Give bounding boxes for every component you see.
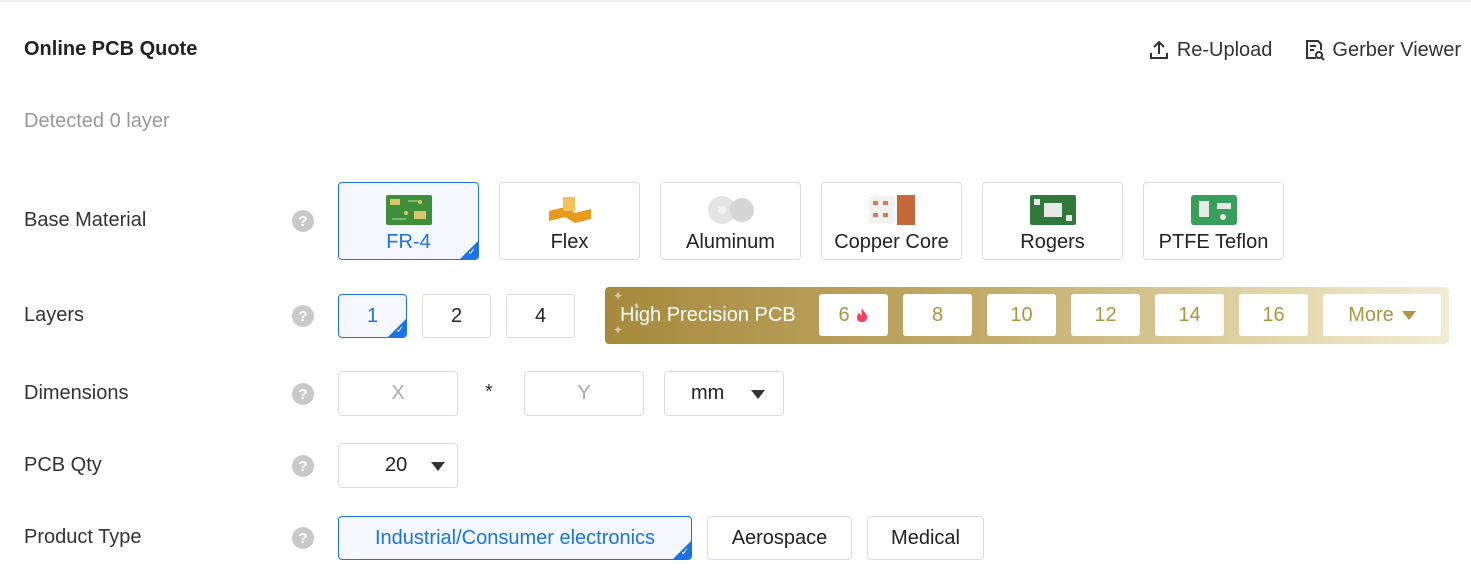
reupload-label: Re-Upload xyxy=(1176,38,1273,61)
document-search-icon xyxy=(1306,40,1326,61)
layer-option-12[interactable]: 12 xyxy=(1071,294,1140,336)
dimension-y-input[interactable] xyxy=(525,382,643,405)
header-actions: Re-Upload Gerber Viewer xyxy=(1147,38,1461,62)
dimensions-label: Dimensions xyxy=(24,382,129,404)
product-type-value: Aerospace xyxy=(731,526,828,549)
layer-option-4[interactable]: 4 xyxy=(506,294,575,338)
check-icon: ✓ xyxy=(680,547,689,558)
product-type-value: Industrial/Consumer electronics xyxy=(374,526,656,549)
flame-icon xyxy=(856,308,867,322)
layer-option-8[interactable]: 8 xyxy=(903,294,972,336)
dimension-x-field xyxy=(338,371,458,416)
material-option-flex[interactable]: Flex xyxy=(499,182,640,260)
layer-option-2[interactable]: 2 xyxy=(422,294,491,338)
material-option-rogers[interactable]: Rogers xyxy=(982,182,1123,260)
pcb-qty-label: PCB Qty xyxy=(24,454,102,476)
reupload-button[interactable]: Re-Upload xyxy=(1147,38,1273,62)
layer-option-10[interactable]: 10 xyxy=(987,294,1056,336)
dimension-x-input[interactable] xyxy=(339,382,457,405)
layer-value: 16 xyxy=(1262,303,1285,326)
sparkle-icon: ✦ xyxy=(613,289,624,303)
material-label: Flex xyxy=(550,231,589,253)
caret-down-icon xyxy=(751,390,765,399)
layers-label: Layers xyxy=(24,304,85,326)
layer-value: 10 xyxy=(1010,303,1033,326)
layer-value: 6 xyxy=(838,303,850,326)
more-label: More xyxy=(1348,303,1394,326)
material-option-fr4[interactable]: FR-4 ✓ xyxy=(338,182,479,260)
question-circle-icon[interactable]: ? xyxy=(292,527,314,549)
material-option-ptfe-teflon[interactable]: PTFE Teflon xyxy=(1143,182,1284,260)
layer-option-1[interactable]: 1 ✓ xyxy=(338,294,407,338)
material-label: Rogers xyxy=(1020,231,1085,253)
base-material-label: Base Material xyxy=(24,209,147,231)
layer-option-16[interactable]: 16 xyxy=(1239,294,1308,336)
fr4-board-icon xyxy=(385,195,432,225)
material-label: Copper Core xyxy=(834,231,949,253)
more-layers-dropdown[interactable]: More xyxy=(1323,294,1441,336)
gerber-viewer-label: Gerber Viewer xyxy=(1332,38,1461,61)
pcb-qty-select[interactable]: 20 xyxy=(338,443,458,488)
gerber-viewer-button[interactable]: Gerber Viewer xyxy=(1302,38,1461,62)
pcb-qty-value: 20 xyxy=(385,454,408,476)
aluminum-board-icon xyxy=(707,196,754,224)
ptfe-board-icon xyxy=(1190,195,1237,225)
unit-select[interactable]: mm xyxy=(664,371,784,416)
detected-layers-text: Detected 0 layer xyxy=(24,110,170,132)
dimension-separator: * xyxy=(485,381,493,403)
material-label: Aluminum xyxy=(686,231,775,253)
dimension-y-field xyxy=(524,371,644,416)
question-circle-icon[interactable]: ? xyxy=(292,383,314,405)
upload-icon xyxy=(1149,40,1168,59)
flex-board-icon xyxy=(548,197,591,223)
layer-value: 4 xyxy=(534,304,547,327)
material-option-aluminum[interactable]: Aluminum xyxy=(660,182,801,260)
check-icon: ✓ xyxy=(395,325,404,336)
page-title: Online PCB Quote xyxy=(24,38,198,60)
layer-option-14[interactable]: 14 xyxy=(1155,294,1224,336)
high-precision-label: High Precision PCB xyxy=(620,304,796,326)
layer-value: 12 xyxy=(1094,303,1117,326)
product-type-industrial-consumer[interactable]: Industrial/Consumer electronics ✓ xyxy=(338,516,692,560)
layer-value: 8 xyxy=(931,303,944,326)
product-type-medical[interactable]: Medical xyxy=(867,516,984,560)
top-divider xyxy=(0,0,1471,2)
question-circle-icon[interactable]: ? xyxy=(292,455,314,477)
layer-value: 1 xyxy=(366,304,379,327)
question-circle-icon[interactable]: ? xyxy=(292,210,314,232)
layer-value: 2 xyxy=(450,304,463,327)
layer-value: 14 xyxy=(1178,303,1201,326)
material-label: FR-4 xyxy=(386,231,431,253)
product-type-value: Medical xyxy=(891,526,960,549)
material-option-copper-core[interactable]: Copper Core xyxy=(821,182,962,260)
caret-down-icon xyxy=(431,462,445,471)
layer-option-6[interactable]: 6 xyxy=(819,294,888,336)
caret-down-icon xyxy=(1401,310,1416,320)
rogers-board-icon xyxy=(1029,195,1076,225)
material-label: PTFE Teflon xyxy=(1158,231,1269,253)
question-circle-icon[interactable]: ? xyxy=(292,305,314,327)
high-precision-panel: ✦ ✦ ✦ High Precision PCB 6 8 10 12 14 16… xyxy=(605,287,1449,344)
copper-core-board-icon xyxy=(868,195,915,225)
product-type-aerospace[interactable]: Aerospace xyxy=(707,516,852,560)
check-icon: ✓ xyxy=(467,247,476,258)
product-type-label: Product Type xyxy=(24,526,142,548)
unit-value: mm xyxy=(691,382,725,404)
